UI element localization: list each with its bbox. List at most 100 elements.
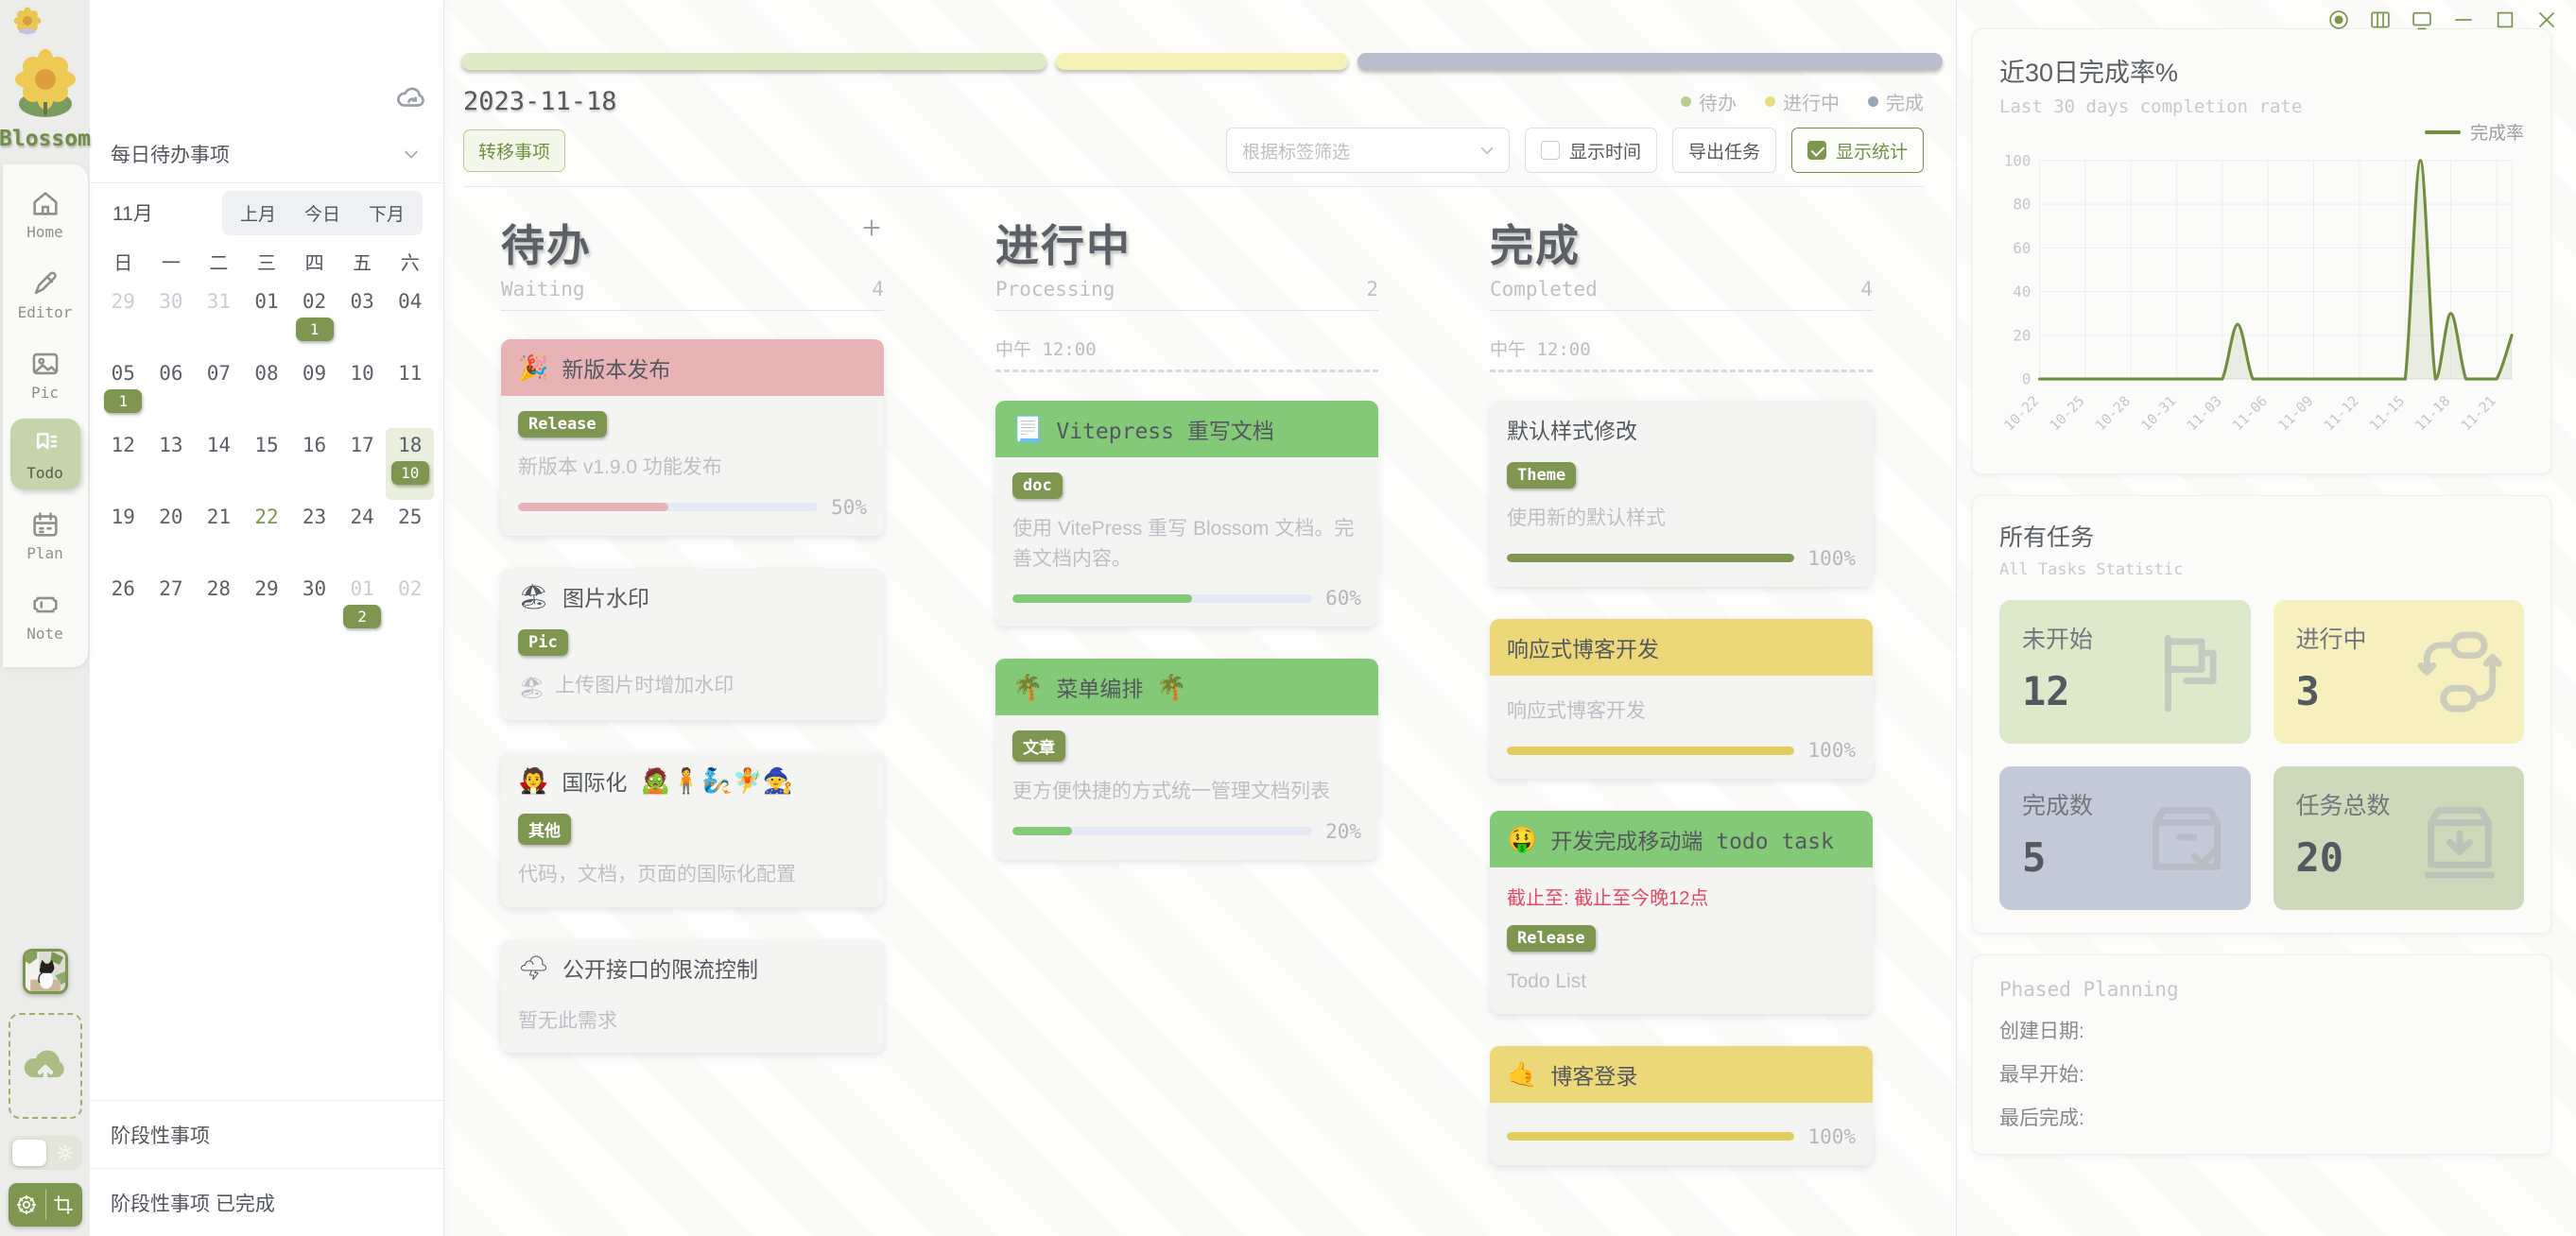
calendar-day[interactable]: 26 [99, 572, 147, 644]
calendar-day[interactable]: 19 [99, 500, 147, 572]
calendar-day[interactable]: 1810 [386, 428, 434, 500]
close-button[interactable] [2534, 8, 2559, 32]
stat-box-box-check[interactable]: 完成数5 [1999, 766, 2251, 910]
calendar-day[interactable]: 021 [290, 284, 338, 356]
calendar-day[interactable]: 28 [195, 572, 243, 644]
calendar-day[interactable]: 14 [195, 428, 243, 500]
task-description: 🏖上传图片时增加水印 [518, 671, 867, 704]
column-count: 2 [1366, 278, 1378, 300]
today-button[interactable]: 今日 [292, 196, 353, 231]
calendar-day[interactable]: 24 [338, 500, 387, 572]
calendar-day[interactable]: 09 [290, 356, 338, 428]
task-card[interactable]: 🎉新版本发布Release新版本 v1.9.0 功能发布50% [501, 339, 884, 536]
task-card[interactable]: 📃Vitepress 重写文档doc使用 VitePress 重写 Blosso… [995, 401, 1378, 627]
calendar-month-row: 11月 上月 今日 下月 [90, 183, 443, 242]
calendar-day[interactable]: 02 [386, 572, 434, 644]
calendar-group-select[interactable]: 每日待办事项 [90, 125, 443, 183]
show-time-checkbox[interactable]: 显示时间 [1525, 128, 1657, 173]
calendar-day[interactable]: 012 [338, 572, 387, 644]
task-card[interactable]: 🤙博客登录100% [1490, 1046, 1873, 1165]
task-card[interactable]: 默认样式修改Theme使用新的默认样式100% [1490, 401, 1873, 587]
box-down-icon [2411, 789, 2509, 887]
cloud-upload-button[interactable] [9, 1013, 82, 1119]
sidebar-item-todo[interactable]: Todo [10, 419, 80, 489]
day-number: 26 [112, 577, 135, 600]
calendar-day[interactable]: 12 [99, 428, 147, 500]
record-button[interactable] [2326, 8, 2351, 32]
calendar-day[interactable]: 051 [99, 356, 147, 428]
cloud-sync-icon[interactable] [394, 81, 428, 115]
stat-box-workflow[interactable]: 进行中3 [2273, 600, 2525, 744]
sidebar-item-editor[interactable]: Editor [10, 258, 80, 329]
task-card[interactable]: 🌩公开接口的限流控制暂无此需求 [501, 939, 884, 1054]
sidebar-item-note[interactable]: Note [10, 579, 80, 650]
calendar-day[interactable]: 29 [99, 284, 147, 356]
transfer-tasks-button[interactable]: 转移事项 [463, 129, 565, 172]
next-month-button[interactable]: 下月 [356, 196, 417, 231]
day-number: 22 [254, 506, 278, 528]
sidebar-item-home[interactable]: Home [10, 178, 80, 249]
calendar-day[interactable]: 21 [195, 500, 243, 572]
calendar-day[interactable]: 11 [386, 356, 434, 428]
legend-label: 进行中 [1783, 88, 1840, 115]
sidebar-item-pic[interactable]: Pic [10, 338, 80, 409]
calendar-day[interactable]: 20 [147, 500, 196, 572]
minimize-button[interactable] [2451, 8, 2476, 32]
calendar-day[interactable]: 22 [243, 500, 291, 572]
maximize-button[interactable] [2493, 8, 2517, 32]
todo-icon [29, 428, 61, 460]
status-legend: 待办进行中完成 [1681, 88, 1924, 115]
completion-rate-chart: 02040608010010-2210-2510-2810-3111-0311-… [1999, 146, 2524, 451]
chart-subtitle: Last 30 days completion rate [1999, 96, 2524, 117]
progress-percent: 100% [1807, 739, 1856, 762]
calendar-day[interactable]: 10 [338, 356, 387, 428]
calendar-day[interactable]: 17 [338, 428, 387, 500]
columns-button[interactable] [2368, 8, 2393, 32]
task-card[interactable]: 🤑开发完成移动端 todo task截止至: 截止至今晚12点ReleaseTo… [1490, 811, 1873, 1014]
prev-month-button[interactable]: 上月 [228, 196, 288, 231]
calendar-day[interactable]: 04 [386, 284, 434, 356]
all-tasks-card: 所有任务 All Tasks Statistic 未开始12进行中3完成数5任务… [1972, 495, 2551, 934]
user-avatar[interactable] [23, 949, 68, 994]
phased-list-row-0[interactable]: 阶段性事项 [90, 1100, 443, 1168]
svg-text:11-15: 11-15 [2367, 393, 2408, 434]
task-icon: 📃 [1012, 417, 1043, 441]
show-stats-checkbox[interactable]: 显示统计 [1791, 128, 1924, 173]
task-card[interactable]: 响应式博客开发响应式博客开发100% [1490, 619, 1873, 780]
stat-box-box-down[interactable]: 任务总数20 [2273, 766, 2525, 910]
export-tasks-button[interactable]: 导出任务 [1672, 128, 1776, 173]
chart-title: 近30日完成率% [1999, 52, 2524, 89]
sidebar-item-plan[interactable]: Plan [10, 499, 80, 570]
calendar-day[interactable]: 30 [147, 284, 196, 356]
tag-filter-select[interactable]: 根据标签筛选 [1226, 128, 1510, 173]
svg-text:11-06: 11-06 [2230, 393, 2271, 434]
calendar-day[interactable]: 31 [195, 284, 243, 356]
calendar-day[interactable]: 06 [147, 356, 196, 428]
phased-list-row-1[interactable]: 阶段性事项 已完成 [90, 1168, 443, 1236]
task-card-header: 📃Vitepress 重写文档 [995, 401, 1378, 457]
calendar-day[interactable]: 07 [195, 356, 243, 428]
calendar-day[interactable]: 25 [386, 500, 434, 572]
calendar-day[interactable]: 03 [338, 284, 387, 356]
task-card-body: 100% [1490, 1103, 1873, 1165]
gear-icon[interactable] [15, 1193, 38, 1216]
calendar-day[interactable]: 16 [290, 428, 338, 500]
calendar-day[interactable]: 08 [243, 356, 291, 428]
calendar-day[interactable]: 29 [243, 572, 291, 644]
task-card[interactable]: 🏖图片水印Pic🏖上传图片时增加水印 [501, 568, 884, 721]
calendar-day[interactable]: 27 [147, 572, 196, 644]
calendar-day[interactable]: 23 [290, 500, 338, 572]
calendar-day[interactable]: 30 [290, 572, 338, 644]
monitor-button[interactable] [2410, 8, 2434, 32]
progress-percent: 50% [831, 496, 867, 519]
task-card[interactable]: 🌴菜单编排🌴文章更方便快捷的方式统一管理文档列表20% [995, 659, 1378, 860]
calendar-day[interactable]: 15 [243, 428, 291, 500]
add-task-button[interactable] [859, 215, 884, 240]
crop-icon[interactable] [52, 1193, 75, 1216]
stat-box-flag[interactable]: 未开始12 [1999, 600, 2251, 744]
calendar-day[interactable]: 01 [243, 284, 291, 356]
task-card[interactable]: 🧛国际化🧟🧍🧞🧚🧙其他代码，文档，页面的国际化配置 [501, 752, 884, 907]
theme-toggle[interactable] [9, 1136, 82, 1170]
calendar-day[interactable]: 13 [147, 428, 196, 500]
task-description: 更方便快捷的方式统一管理文档列表 [1012, 777, 1361, 807]
